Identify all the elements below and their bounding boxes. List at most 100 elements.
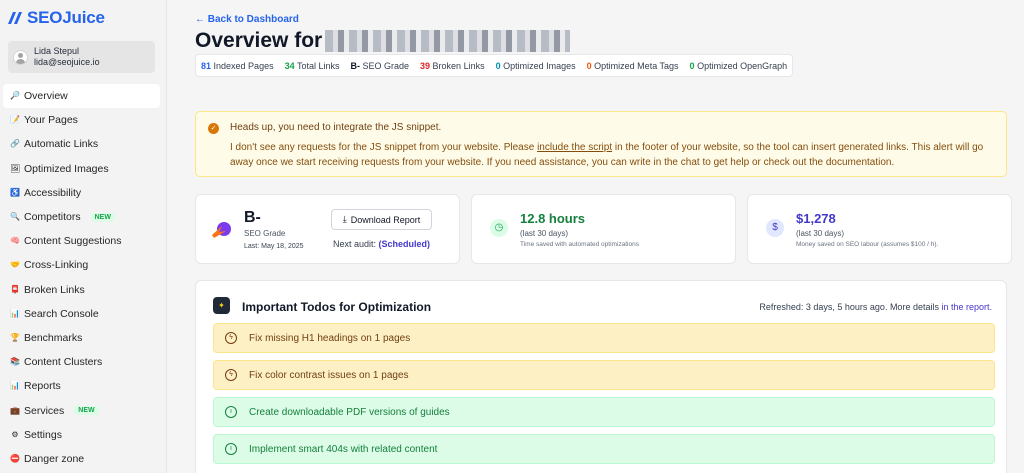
todo-label: Implement smart 404s with related conten…: [249, 443, 438, 455]
grade-label: SEO Grade: [244, 229, 286, 238]
stat-broken-links[interactable]: 39 Broken Links: [420, 61, 485, 71]
redacted-domain: [325, 30, 571, 52]
todos-refresh-info: Refreshed: 3 days, 5 hours ago. More det…: [759, 302, 992, 312]
sidebar-item-label: Content Clusters: [24, 356, 103, 369]
avatar: [13, 49, 28, 65]
sidebar-item-optimized-images[interactable]: 🖼 Optimized Images: [3, 157, 160, 181]
back-to-dashboard-link[interactable]: ← Back to Dashboard: [195, 14, 299, 25]
money-saved-note: Money saved on SEO labour (assumes $100 …: [796, 241, 939, 248]
sidebar-item-services[interactable]: 💼 Services NEW: [3, 398, 160, 422]
picture-icon: 🖼: [10, 163, 21, 173]
todo-item[interactable]: ı Create downloadable PDF versions of gu…: [213, 397, 995, 427]
time-saved-card: ◷ 12.8 hours (last 30 days) Time saved w…: [471, 194, 736, 264]
sidebar-item-label: Settings: [24, 428, 62, 441]
check-circle-icon: ✓: [208, 123, 219, 134]
user-card[interactable]: Lida Stepul lida@seojuice.io: [8, 41, 155, 73]
lightbulb-icon: ı: [225, 443, 237, 455]
sidebar-item-search-console[interactable]: 📊 Search Console: [3, 302, 160, 326]
todo-item[interactable]: ı Implement smart 404s with related cont…: [213, 434, 995, 464]
new-badge: NEW: [90, 212, 115, 222]
broken-link-icon: 📮: [10, 284, 20, 294]
sidebar-item-settings[interactable]: ⚙ Settings: [3, 423, 160, 447]
sidebar-item-label: Benchmarks: [24, 331, 83, 344]
sidebar-item-label: Overview: [24, 90, 68, 103]
sidebar-nav: 🔎 Overview 📝 Your Pages 🔗 Automatic Links 🖼…: [3, 84, 160, 471]
todos-title: Important Todos for Optimization: [242, 300, 432, 314]
brain-icon: 🧠: [10, 236, 20, 246]
todos-card: ✦ Important Todos for Optimization Refre…: [195, 280, 1007, 473]
sidebar-item-label: Content Suggestions: [24, 235, 122, 248]
seo-grade-card: B- SEO Grade Last: May 18, 2025 ⤓ Downlo…: [195, 194, 460, 264]
stat-optimized-images[interactable]: 0 Optimized Images: [496, 61, 576, 71]
alert-body: I don't see any requests for the JS snip…: [230, 142, 984, 168]
money-saved-card: $ $1,278 (last 30 days) Money saved on S…: [747, 194, 1012, 264]
link-icon: 🔗: [10, 139, 20, 149]
logo-text: SEOJuice: [27, 8, 105, 27]
logo[interactable]: SEOJuice: [6, 8, 105, 28]
last-audit-date: Last: May 18, 2025: [244, 243, 304, 250]
sidebar-item-content-suggestions[interactable]: 🧠 Content Suggestions: [3, 229, 160, 253]
sidebar-item-label: Reports: [24, 380, 61, 393]
alert-title: Heads up, you need to integrate the JS s…: [230, 122, 442, 133]
download-icon: ⤓: [342, 214, 347, 224]
magnifier-left-icon: 🔍: [10, 212, 20, 222]
grade-value: B-: [244, 209, 261, 226]
sidebar-item-accessibility[interactable]: ♿ Accessibility: [3, 181, 160, 205]
stat-optimized-meta[interactable]: 0 Optimized Meta Tags: [587, 61, 679, 71]
sidebar-item-label: Your Pages: [24, 114, 78, 127]
sidebar-item-reports[interactable]: 📊 Reports: [3, 374, 160, 398]
sidebar-item-label: Broken Links: [24, 283, 85, 296]
js-snippet-alert: ✓ Heads up, you need to integrate the JS…: [195, 111, 1007, 177]
money-saved-period: (last 30 days): [796, 229, 845, 238]
clock-icon: ◷: [490, 219, 508, 237]
dollar-icon: $: [766, 219, 784, 237]
stat-total-links[interactable]: 34 Total Links: [285, 61, 340, 71]
sidebar-item-overview[interactable]: 🔎 Overview: [3, 84, 160, 109]
sidebar-item-content-clusters[interactable]: 📚 Content Clusters: [3, 350, 160, 374]
sidebar-item-label: Search Console: [24, 307, 99, 320]
sidebar-item-label: Danger zone: [24, 452, 85, 465]
next-audit: Next audit: (Scheduled): [333, 239, 431, 249]
user-email: lida@seojuice.io: [34, 57, 100, 67]
sidebar-item-broken-links[interactable]: 📮 Broken Links: [3, 278, 160, 302]
sidebar-item-label: Competitors: [24, 211, 81, 224]
todo-label: Fix missing H1 headings on 1 pages: [249, 332, 411, 344]
books-icon: 📚: [10, 357, 20, 367]
main-content: ← Back to Dashboard Overview for 81 Inde…: [167, 0, 1024, 473]
sidebar-item-danger-zone[interactable]: ⛔ Danger zone: [3, 447, 160, 471]
next-audit-status[interactable]: (Scheduled): [379, 239, 431, 249]
download-report-button[interactable]: ⤓ Download Report: [331, 209, 432, 230]
chart-icon: 📊: [10, 308, 20, 318]
time-saved-note: Time saved with automated optimizations: [520, 241, 639, 248]
stats-strip: 81 Indexed Pages 34 Total Links B- SEO G…: [195, 54, 794, 77]
magnifier-icon: 🔎: [10, 91, 20, 101]
sidebar-item-your-pages[interactable]: 📝 Your Pages: [3, 108, 160, 132]
wheelchair-icon: ♿: [10, 187, 20, 197]
time-saved-period: (last 30 days): [520, 229, 569, 238]
report-chart-icon: 📊: [10, 381, 20, 391]
sidebar-item-label: Optimized Images: [24, 162, 109, 175]
report-link[interactable]: in the report.: [941, 302, 992, 312]
new-badge: NEW: [74, 406, 99, 416]
sidebar-item-automatic-links[interactable]: 🔗 Automatic Links: [3, 132, 160, 156]
grade-logo-icon: [212, 222, 231, 238]
stat-indexed-pages[interactable]: 81 Indexed Pages: [201, 61, 274, 71]
user-name: Lida Stepul: [34, 46, 80, 56]
sidebar-item-label: Services: [24, 404, 65, 417]
sidebar-item-label: Cross-Linking: [24, 259, 89, 272]
sidebar-item-cross-linking[interactable]: 🤝 Cross-Linking: [3, 253, 160, 277]
stat-seo-grade[interactable]: B- SEO Grade: [350, 61, 409, 71]
money-saved-value: $1,278: [796, 211, 836, 226]
sidebar-item-label: Automatic Links: [24, 138, 99, 151]
page-title-text: Overview for: [195, 29, 323, 52]
stat-optimized-og[interactable]: 0 Optimized OpenGraph: [690, 61, 788, 71]
sidebar-item-competitors[interactable]: 🔍 Competitors NEW: [3, 205, 160, 229]
include-script-link[interactable]: include the script: [537, 142, 612, 153]
no-entry-icon: ⛔: [10, 453, 20, 463]
sidebar-item-benchmarks[interactable]: 🏆 Benchmarks: [3, 326, 160, 350]
lightning-icon: ϟ: [225, 332, 237, 344]
todo-item[interactable]: ϟ Fix missing H1 headings on 1 pages: [213, 323, 995, 353]
todo-item[interactable]: ϟ Fix color contrast issues on 1 pages: [213, 360, 995, 390]
gear-icon: ⚙: [11, 429, 19, 439]
trophy-icon: 🏆: [10, 332, 20, 342]
